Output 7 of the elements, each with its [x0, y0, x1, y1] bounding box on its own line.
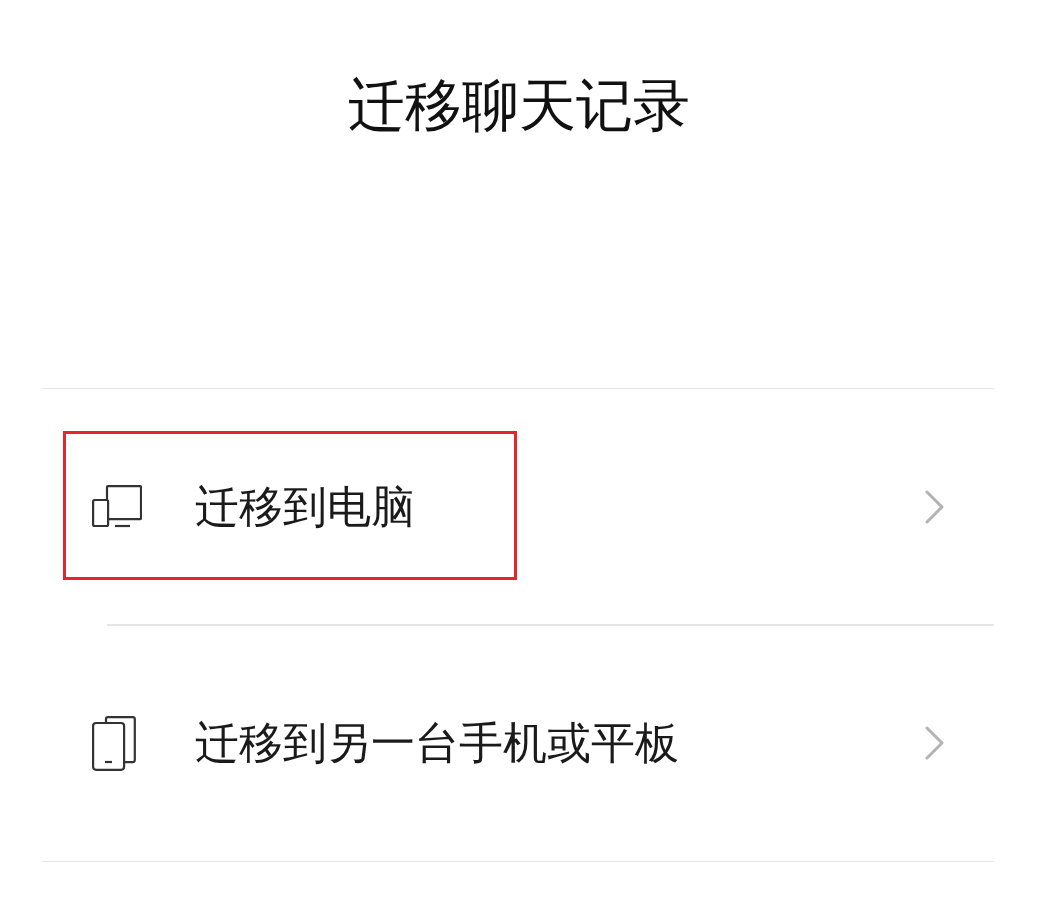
page-title: 迁移聊天记录: [347, 71, 690, 140]
computer-and-phone-icon: [92, 485, 142, 528]
two-phones-icon: [92, 715, 136, 771]
option-label[interactable]: 迁移到电脑: [195, 478, 925, 535]
chevron-right-icon: [925, 726, 945, 760]
option-label[interactable]: 迁移到另一台手机或平板: [195, 715, 925, 771]
chevron-right-icon: [925, 489, 945, 524]
